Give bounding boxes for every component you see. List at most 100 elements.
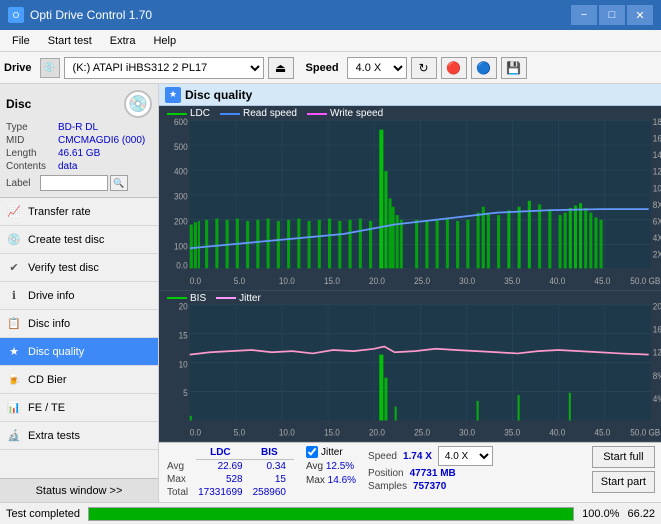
speed-info: Speed 1.74 X 4.0 X Position 47731 MB Sam… xyxy=(368,446,493,492)
sidebar-item-create-test-disc[interactable]: 💿 Create test disc xyxy=(0,226,158,254)
sidebar-item-transfer-rate[interactable]: 📈 Transfer rate xyxy=(0,198,158,226)
status-value: 66.22 xyxy=(627,508,655,520)
speed-select[interactable]: 4.0 X xyxy=(347,57,407,79)
drive-label: Drive xyxy=(4,62,32,74)
disc-contents-val: data xyxy=(58,161,77,172)
eject-button[interactable]: ⏏ xyxy=(268,57,294,79)
disc-label-key: Label xyxy=(6,178,40,189)
sidebar-item-verify-test-disc[interactable]: ✔ Verify test disc xyxy=(0,254,158,282)
disc-action-btn1[interactable]: 🔴 xyxy=(441,57,467,79)
jitter-avg-label: Avg xyxy=(306,461,326,472)
maximize-button[interactable]: □ xyxy=(599,5,625,25)
save-button[interactable]: 💾 xyxy=(501,57,527,79)
svg-text:45.0: 45.0 xyxy=(594,275,610,286)
disc-label-browse-button[interactable]: 🔍 xyxy=(110,175,128,191)
drive-icon: 💿 xyxy=(40,58,60,78)
jitter-max-val: 14.6% xyxy=(328,475,356,486)
status-window-button[interactable]: Status window >> xyxy=(0,478,158,502)
stats-avg-bis: 0.34 xyxy=(251,460,294,474)
disc-quality-header-icon: ★ xyxy=(165,87,181,103)
legend-bis: BIS xyxy=(167,293,206,304)
legend-jitter: Jitter xyxy=(216,293,261,304)
sidebar-item-disc-quality[interactable]: ★ Disc quality xyxy=(0,338,158,366)
nav-items: 📈 Transfer rate 💿 Create test disc ✔ Ver… xyxy=(0,198,158,478)
charts-container: LDC Read speed Write speed xyxy=(159,106,661,442)
verify-test-disc-icon: ✔ xyxy=(6,260,22,276)
svg-text:35.0: 35.0 xyxy=(504,427,520,438)
svg-text:12%: 12% xyxy=(653,347,661,358)
stats-speed-select[interactable]: 4.0 X xyxy=(438,446,493,466)
close-button[interactable]: ✕ xyxy=(627,5,653,25)
progress-bar-container xyxy=(88,507,574,521)
start-full-button[interactable]: Start full xyxy=(592,446,655,468)
svg-text:0.0: 0.0 xyxy=(190,427,202,438)
app-icon: O xyxy=(8,7,24,23)
position-val: 47731 MB xyxy=(410,468,456,479)
content-area: ★ Disc quality LDC Read speed xyxy=(159,84,661,502)
speed-val: 1.74 X xyxy=(403,451,432,462)
svg-text:25.0: 25.0 xyxy=(414,427,430,438)
stats-bis-header: BIS xyxy=(251,446,294,460)
disc-icon: 💿 xyxy=(124,90,152,118)
drive-toolbar: Drive 💿 (K:) ATAPI iHBS312 2 PL17 ⏏ Spee… xyxy=(0,52,661,84)
menu-bar: File Start test Extra Help xyxy=(0,30,661,52)
sidebar-item-fe-te[interactable]: 📊 FE / TE xyxy=(0,394,158,422)
legend-ldc: LDC xyxy=(167,108,210,119)
menu-file[interactable]: File xyxy=(4,33,38,49)
svg-text:8%: 8% xyxy=(653,370,661,381)
drive-select[interactable]: (K:) ATAPI iHBS312 2 PL17 xyxy=(64,57,264,79)
disc-contents-key: Contents xyxy=(6,161,58,172)
svg-text:10.0: 10.0 xyxy=(279,275,295,286)
svg-text:4%: 4% xyxy=(653,393,661,404)
sidebar-item-drive-info[interactable]: ℹ Drive info xyxy=(0,282,158,310)
svg-text:10: 10 xyxy=(179,359,188,370)
disc-mid-val: CMCMAGDI6 (000) xyxy=(58,135,145,146)
svg-text:15.0: 15.0 xyxy=(324,427,340,438)
svg-text:35.0: 35.0 xyxy=(504,275,520,286)
main-layout: Disc 💿 Type BD-R DL MID CMCMAGDI6 (000) … xyxy=(0,84,661,502)
sidebar-item-cd-bier[interactable]: 🍺 CD Bier xyxy=(0,366,158,394)
svg-text:20.0: 20.0 xyxy=(369,427,385,438)
svg-text:40.0: 40.0 xyxy=(549,427,565,438)
svg-text:14X: 14X xyxy=(653,150,661,161)
disc-info-icon: 📋 xyxy=(6,316,22,332)
refresh-button[interactable]: ↻ xyxy=(411,57,437,79)
jitter-checkbox[interactable] xyxy=(306,446,318,458)
stats-table: LDC BIS Avg 22.69 0.34 Max 528 15 Tota xyxy=(165,446,294,499)
disc-length-key: Length xyxy=(6,148,58,159)
sidebar-item-disc-info[interactable]: 📋 Disc info xyxy=(0,310,158,338)
samples-val: 757370 xyxy=(413,481,446,492)
title-bar: O Opti Drive Control 1.70 − □ ✕ xyxy=(0,0,661,30)
disc-action-btn2[interactable]: 🔵 xyxy=(471,57,497,79)
menu-start-test[interactable]: Start test xyxy=(40,33,100,49)
svg-text:500: 500 xyxy=(174,141,188,152)
stats-max-label: Max xyxy=(165,473,196,486)
menu-help[interactable]: Help xyxy=(145,33,184,49)
fe-te-icon: 📊 xyxy=(6,400,22,416)
disc-mid-key: MID xyxy=(6,135,58,146)
svg-text:300: 300 xyxy=(174,191,188,202)
svg-text:50.0 GB: 50.0 GB xyxy=(630,275,660,286)
stats-avg-label: Avg xyxy=(165,460,196,474)
svg-text:5.0: 5.0 xyxy=(234,275,245,286)
menu-extra[interactable]: Extra xyxy=(102,33,144,49)
svg-text:16%: 16% xyxy=(653,324,661,335)
disc-quality-icon: ★ xyxy=(6,344,22,360)
cd-bier-icon: 🍺 xyxy=(6,372,22,388)
sidebar: Disc 💿 Type BD-R DL MID CMCMAGDI6 (000) … xyxy=(0,84,159,502)
write-color-dot xyxy=(307,113,327,115)
start-part-button[interactable]: Start part xyxy=(592,471,655,493)
svg-text:12X: 12X xyxy=(653,166,661,177)
action-buttons: Start full Start part xyxy=(592,446,655,493)
disc-label-input[interactable] xyxy=(40,175,108,191)
svg-text:100: 100 xyxy=(174,241,188,252)
create-test-disc-icon: 💿 xyxy=(6,232,22,248)
svg-text:200: 200 xyxy=(174,216,188,227)
app-title: Opti Drive Control 1.70 xyxy=(30,8,152,22)
svg-text:50.0 GB: 50.0 GB xyxy=(630,427,660,438)
minimize-button[interactable]: − xyxy=(571,5,597,25)
sidebar-item-extra-tests[interactable]: 🔬 Extra tests xyxy=(0,422,158,450)
svg-text:2X: 2X xyxy=(653,249,661,260)
progress-percentage: 100.0% xyxy=(582,508,619,520)
legend-write: Write speed xyxy=(307,108,383,119)
